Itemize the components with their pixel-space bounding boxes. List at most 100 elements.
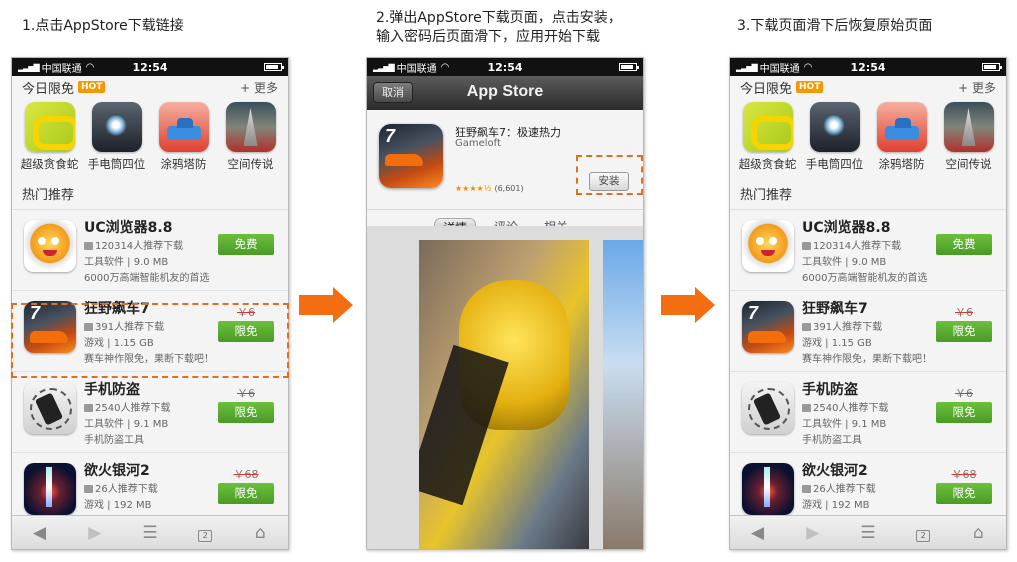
free-section-title: 今日限免	[740, 81, 793, 97]
screenshot-image	[603, 240, 643, 549]
app-meta: 工具软件 | 9.0 MB	[84, 257, 169, 268]
app-downloads: 2540人推荐下载	[95, 403, 171, 414]
uc-browser-icon	[742, 220, 794, 272]
free-app-item[interactable]: 空间传说	[937, 102, 1001, 172]
free-app-item[interactable]: 涂鸦塔防	[152, 102, 216, 172]
clock: 12:54	[132, 60, 168, 74]
app-downloads: 120314人推荐下载	[95, 241, 184, 252]
free-app-name: 空间传说	[945, 157, 992, 171]
flashlight-icon	[91, 102, 142, 152]
free-app-item[interactable]: 超级贪食蛇	[18, 102, 82, 172]
step3-caption: 3.下载页面滑下后恢复原始页面	[737, 18, 933, 34]
limited-free-button[interactable]: 限免	[936, 402, 992, 423]
thumbs-up-icon	[802, 485, 811, 493]
step2-caption-line2: 输入密码后页面滑下，应用开始下载	[376, 29, 600, 45]
forward-icon[interactable]: ▶	[80, 523, 110, 543]
home-icon[interactable]: ⌂	[963, 523, 993, 543]
rating-count: (6,601)	[494, 184, 524, 193]
free-section-header: 今日限免 HOT + 更多	[730, 76, 1006, 98]
free-app-name: 空间传说	[227, 157, 274, 171]
app-store-title: App Store	[466, 83, 544, 100]
app-meta: 游戏 | 1.15 GB	[802, 338, 872, 349]
thumbs-up-icon	[84, 404, 93, 412]
limited-free-button[interactable]: 限免	[936, 483, 992, 504]
free-section-title: 今日限免	[22, 81, 75, 97]
phone-guard-icon	[742, 382, 794, 434]
thumbs-up-icon	[84, 242, 93, 250]
highlight-install-button	[576, 155, 643, 195]
phone-screen-2: ▂▃▅▇ 中国联通 ◠ 12:54 取消 App Store 狂野飙车7：极速热…	[366, 57, 644, 550]
forward-icon[interactable]: ▶	[798, 523, 828, 543]
menu-icon[interactable]: ☰	[853, 523, 883, 543]
old-price: ￥68	[233, 468, 259, 481]
thumbs-up-icon	[802, 323, 811, 331]
free-download-button[interactable]: 免费	[936, 234, 992, 255]
galaxy-game-icon	[24, 463, 76, 515]
clock: 12:54	[487, 60, 523, 74]
old-price: ￥6	[955, 387, 973, 400]
list-item[interactable]: UC浏览器8.8 120314人推荐下载 工具软件 | 9.0 MB 6000万…	[730, 209, 1006, 290]
app-name: 手机防盗	[84, 382, 140, 398]
free-app-name: 手电筒四位	[805, 157, 864, 171]
thumbs-up-icon	[84, 485, 93, 493]
app-desc: 6000万高端智能机友的首选	[802, 273, 928, 284]
hot-section-title: 热门推荐	[740, 188, 793, 203]
free-app-item[interactable]: 涂鸦塔防	[870, 102, 934, 172]
space-legend-icon	[225, 102, 276, 152]
tabs-icon[interactable]: 2	[908, 523, 938, 543]
free-download-button[interactable]: 免费	[218, 234, 274, 255]
flashlight-icon	[809, 102, 860, 152]
limited-free-button[interactable]: 限免	[218, 483, 274, 504]
app-name: UC浏览器8.8	[802, 220, 891, 236]
screenshot-gallery[interactable]	[367, 226, 643, 549]
hot-badge: HOT	[78, 81, 106, 93]
app-meta: 工具软件 | 9.0 MB	[802, 257, 887, 268]
more-link[interactable]: + 更多	[958, 79, 996, 96]
old-price: ￥68	[951, 468, 977, 481]
free-app-item[interactable]: 空间传说	[219, 102, 283, 172]
app-name: UC浏览器8.8	[84, 220, 173, 236]
back-icon[interactable]: ◀	[743, 523, 773, 543]
battery-icon	[619, 63, 639, 71]
hot-badge: HOT	[796, 81, 824, 93]
thumbs-up-icon	[802, 242, 811, 250]
free-app-name: 涂鸦塔防	[878, 157, 925, 171]
snake-game-icon	[742, 102, 793, 152]
app-downloads: 2540人推荐下载	[813, 403, 889, 414]
free-app-item[interactable]: 手电筒四位	[85, 102, 149, 172]
status-bar: ▂▃▅▇ 中国联通 ◠ 12:54	[12, 58, 288, 76]
free-apps-row: 超级贪食蛇 手电筒四位 涂鸦塔防 空间传说	[730, 98, 1006, 172]
app-desc: 手机防盗工具	[802, 435, 862, 446]
old-price: ￥6	[237, 387, 255, 400]
list-item[interactable]: 狂野飙车7 391人推荐下载 游戏 | 1.15 GB 赛车神作限免，果断下载吧…	[730, 290, 1006, 371]
list-item[interactable]: 手机防盗 2540人推荐下载 工具软件 | 9.1 MB 手机防盗工具 ￥6 限…	[730, 371, 1006, 452]
phone-screen-3: ▂▃▅▇ 中国联通 ◠ 12:54 今日限免 HOT + 更多 超级贪食蛇 手电…	[729, 57, 1007, 550]
app-meta: 工具软件 | 9.1 MB	[84, 419, 169, 430]
menu-icon[interactable]: ☰	[135, 523, 165, 543]
battery-icon	[982, 63, 1002, 71]
free-app-item[interactable]: 手电筒四位	[803, 102, 867, 172]
racing-game-icon	[742, 301, 794, 353]
app-desc: 赛车神作限免，果断下载吧！	[802, 354, 932, 365]
status-bar: ▂▃▅▇ 中国联通 ◠ 12:54	[730, 58, 1006, 76]
free-app-item[interactable]: 超级贪食蛇	[736, 102, 800, 172]
bottom-toolbar: ◀ ▶ ☰ 2 ⌂	[12, 515, 288, 549]
more-link[interactable]: + 更多	[240, 79, 278, 96]
app-name: 手机防盗	[802, 382, 858, 398]
app-downloads: 26人推荐下载	[95, 484, 158, 495]
step2-caption-line1: 2.弹出AppStore下载页面，点击安装，	[376, 10, 622, 26]
list-item[interactable]: UC浏览器8.8 120314人推荐下载 工具软件 | 9.0 MB 6000万…	[12, 209, 288, 290]
tabs-icon[interactable]: 2	[190, 523, 220, 543]
free-app-name: 涂鸦塔防	[160, 157, 207, 171]
limited-free-button[interactable]: 限免	[936, 321, 992, 342]
free-app-name: 手电筒四位	[87, 157, 146, 171]
home-icon[interactable]: ⌂	[245, 523, 275, 543]
free-app-name: 超级贪食蛇	[738, 157, 797, 171]
thumbs-up-icon	[802, 404, 811, 412]
app-meta: 游戏 | 192 MB	[802, 500, 870, 511]
limited-free-button[interactable]: 限免	[218, 402, 274, 423]
app-name: 狂野飙车7	[802, 301, 868, 317]
back-icon[interactable]: ◀	[25, 523, 55, 543]
list-item[interactable]: 手机防盗 2540人推荐下载 工具软件 | 9.1 MB 手机防盗工具 ￥6 限…	[12, 371, 288, 452]
highlight-racing-row	[11, 303, 289, 378]
